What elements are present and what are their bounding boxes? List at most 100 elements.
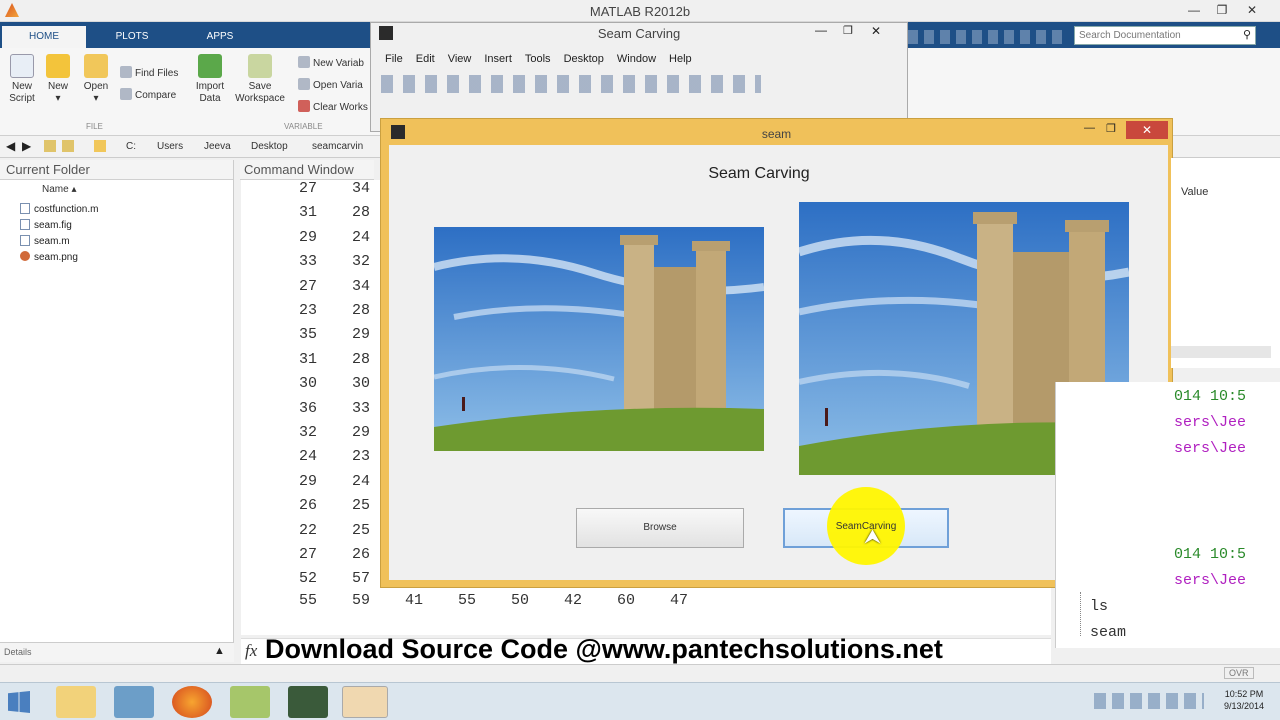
seam-minimize-icon[interactable]: — xyxy=(1084,122,1095,134)
command-output-cell: 28 xyxy=(352,204,371,222)
menu-insert[interactable]: Insert xyxy=(484,53,512,65)
tab-home[interactable]: HOME xyxy=(2,26,86,48)
command-output-cell: 22 xyxy=(299,521,318,539)
forward-icon[interactable]: ▶ xyxy=(22,139,31,153)
seam-close-button[interactable]: ✕ xyxy=(1126,121,1168,139)
up-folder-icon[interactable] xyxy=(44,140,56,152)
history-cmd-ls[interactable]: ls xyxy=(1090,598,1108,615)
command-output-cell: 41 xyxy=(405,592,424,609)
menu-window[interactable]: Window xyxy=(617,53,656,65)
crumb-jeeva[interactable]: Jeeva xyxy=(204,141,231,152)
list-item[interactable]: seam.m xyxy=(20,234,98,250)
figure-minimize-icon[interactable]: — xyxy=(815,23,827,37)
file-explorer-icon[interactable] xyxy=(56,686,96,718)
command-window-header: Command Window xyxy=(240,160,374,180)
crumb-c[interactable]: C: xyxy=(126,141,136,152)
command-output-cell: 29 xyxy=(299,472,318,490)
history-path-3: sers\Jee xyxy=(1174,572,1247,589)
figure-toolbar xyxy=(381,75,761,93)
menu-view[interactable]: View xyxy=(448,53,472,65)
browse-folder-icon[interactable] xyxy=(62,140,74,152)
command-output-cell: 27 xyxy=(299,180,318,197)
command-output-cell: 42 xyxy=(564,592,583,609)
ovr-indicator: OVR xyxy=(1224,667,1254,679)
command-output-cell: 31 xyxy=(299,350,318,368)
list-item[interactable]: seam.fig xyxy=(20,218,98,234)
command-output-cell: 29 xyxy=(352,424,371,441)
matlab-taskbar-icon[interactable] xyxy=(342,686,388,718)
picture-viewer-icon[interactable] xyxy=(114,686,154,718)
search-box[interactable]: Search Documentation ⚲ xyxy=(1074,26,1256,45)
menu-tools[interactable]: Tools xyxy=(525,53,551,65)
new-variable-icon xyxy=(298,56,310,68)
new-script-button[interactable]: New Script xyxy=(4,54,40,105)
command-output-cell: 47 xyxy=(670,592,689,609)
seam-maximize-icon[interactable]: ❐ xyxy=(1106,122,1116,135)
close-button[interactable]: ✕ xyxy=(1238,0,1266,20)
command-output-cell: 23 xyxy=(352,448,371,466)
command-output-cell: 34 xyxy=(352,277,371,295)
save-workspace-icon xyxy=(248,54,272,78)
crumb-users[interactable]: Users xyxy=(157,141,183,152)
tab-apps[interactable]: APPS xyxy=(178,26,262,48)
ribbon-group-variable: VARIABLE xyxy=(284,122,323,131)
m-file-icon xyxy=(20,235,30,246)
command-output-cell: 29 xyxy=(352,326,371,344)
search-icon[interactable]: ⚲ xyxy=(1243,28,1251,41)
menu-desktop[interactable]: Desktop xyxy=(564,53,604,65)
command-history-panel: 014 10:5 sers\Jee sers\Jee 014 10:5 sers… xyxy=(1055,382,1280,648)
save-workspace-button[interactable]: Save Workspace xyxy=(234,54,286,105)
minimize-button[interactable]: — xyxy=(1180,0,1208,20)
details-bar[interactable]: Details ▲ xyxy=(0,642,234,662)
notes-icon[interactable] xyxy=(230,686,270,718)
back-icon[interactable]: ◀ xyxy=(6,139,15,153)
seam-gui: Seam Carving Browse SeamCarving ⮝ xyxy=(389,145,1168,580)
new-variable-button[interactable]: New Variab xyxy=(298,56,364,70)
compare-icon xyxy=(120,88,132,100)
command-output-cell: 55 xyxy=(458,592,477,609)
firefox-icon[interactable] xyxy=(172,686,212,718)
folder-path-icon xyxy=(94,140,106,152)
history-stamp-2: 014 10:5 xyxy=(1174,546,1247,563)
import-data-button[interactable]: Import Data xyxy=(192,54,228,105)
menu-help[interactable]: Help xyxy=(669,53,692,65)
command-window[interactable]: 27 34 31 28 29 24 33 32 27 34 23 28 35 29 31 28 30 30 36 33… xyxy=(241,180,381,635)
crumb-desktop[interactable]: Desktop xyxy=(251,141,288,152)
workspace-scrollbar[interactable] xyxy=(1171,346,1271,358)
windows-start-icon[interactable] xyxy=(8,691,30,713)
folder-icon xyxy=(84,54,108,78)
open-button[interactable]: Open ▾ xyxy=(78,54,114,105)
figure-close-icon[interactable]: ✕ xyxy=(871,24,881,38)
command-output-cell: 28 xyxy=(352,302,371,319)
list-item[interactable]: costfunction.m xyxy=(20,202,98,218)
tab-plots[interactable]: PLOTS xyxy=(90,26,174,48)
taskbar: 10:52 PM 9/13/2014 xyxy=(0,682,1280,720)
column-header-name[interactable]: Name ▴ xyxy=(42,184,76,195)
clock[interactable]: 10:52 PM 9/13/2014 xyxy=(1214,688,1274,712)
figure-maximize-icon[interactable]: ❐ xyxy=(843,24,853,37)
history-tree-line xyxy=(1080,592,1081,636)
command-output-cell: 30 xyxy=(352,375,371,393)
image-file-icon xyxy=(20,251,30,261)
maximize-button[interactable]: ❐ xyxy=(1208,0,1236,20)
open-variable-button[interactable]: Open Varia xyxy=(298,78,363,92)
recorder-icon[interactable] xyxy=(288,686,328,718)
command-output-cell: 36 xyxy=(299,399,318,417)
menu-edit[interactable]: Edit xyxy=(416,53,435,65)
history-stamp-1: 014 10:5 xyxy=(1174,388,1247,405)
crumb-seamcarving[interactable]: seamcarvin xyxy=(312,141,363,152)
compare-button[interactable]: Compare xyxy=(120,88,176,102)
browse-button[interactable]: Browse xyxy=(576,508,744,548)
history-cmd-seam[interactable]: seam xyxy=(1090,624,1126,641)
clear-workspace-icon xyxy=(298,100,310,112)
find-files-button[interactable]: Find Files xyxy=(120,66,178,80)
main-title-bar: MATLAB R2012b — ❐ ✕ xyxy=(0,0,1280,22)
details-expand-icon[interactable]: ▲ xyxy=(214,645,225,657)
clear-workspace-button[interactable]: Clear Works xyxy=(298,100,368,114)
menu-file[interactable]: File xyxy=(385,53,403,65)
download-banner: Download Source Code @www.pantechsolutio… xyxy=(265,634,943,664)
search-input[interactable]: Search Documentation xyxy=(1079,30,1181,41)
list-item[interactable]: seam.png xyxy=(20,250,98,266)
mouse-cursor-icon: ⮝ xyxy=(864,526,881,548)
new-button[interactable]: New ▾ xyxy=(40,54,76,105)
